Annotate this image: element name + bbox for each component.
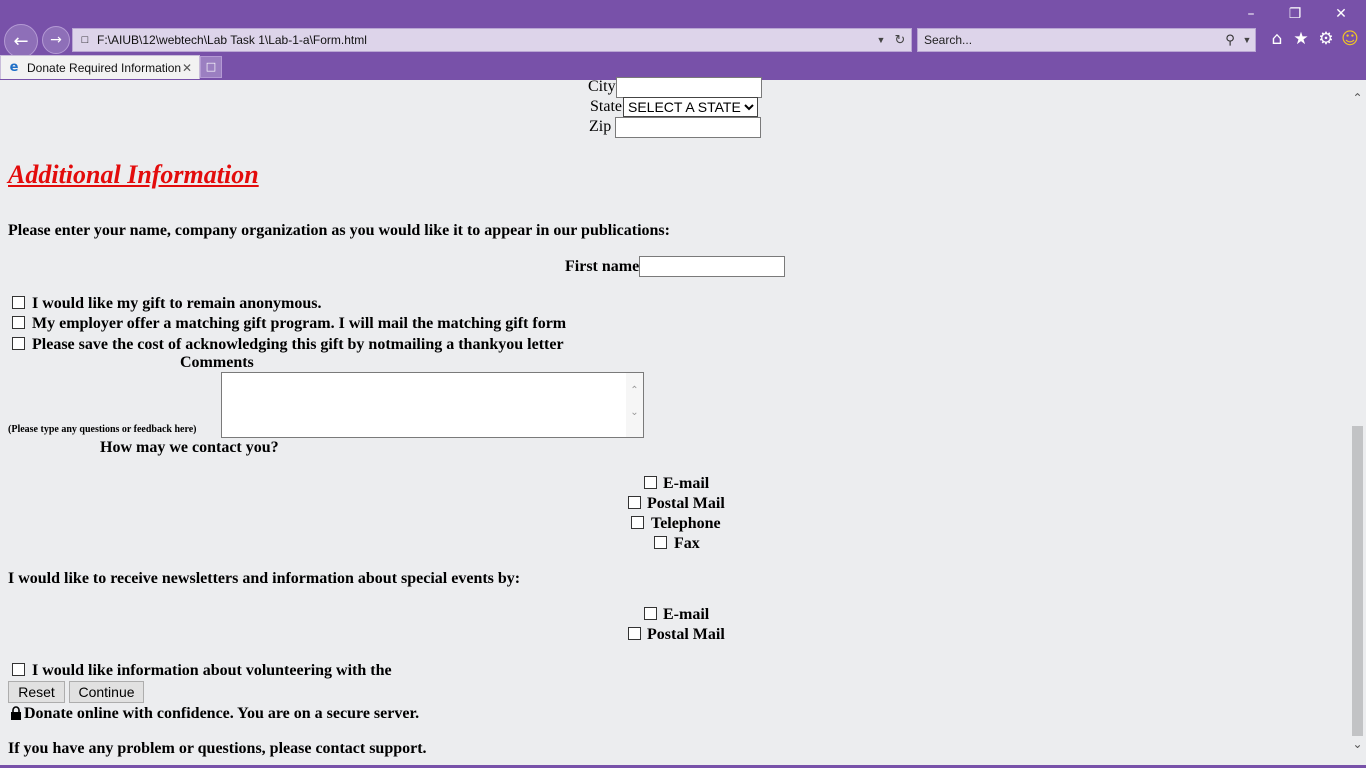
city-input[interactable] (616, 77, 762, 98)
newsletter-postal-checkbox[interactable] (628, 627, 641, 640)
tab-close-icon[interactable]: ✕ (182, 61, 196, 75)
contact-email-label: E-mail (663, 475, 710, 492)
volunteer-label: I would like information about volunteer… (32, 662, 392, 679)
ie-icon: e (9, 60, 19, 75)
star-icon[interactable]: ★ (1290, 28, 1312, 50)
matching-gift-label: My employer offer a matching gift progra… (32, 315, 567, 332)
minimize-button[interactable]: – (1228, 0, 1274, 28)
newsletter-email-checkbox[interactable] (644, 607, 657, 620)
contact-fax-checkbox[interactable] (654, 536, 667, 549)
anonymous-checkbox[interactable] (12, 296, 25, 309)
contact-question: How may we contact you? (100, 439, 279, 456)
search-dropdown-icon[interactable]: ▼ (1239, 35, 1255, 45)
anonymous-label: I would like my gift to remain anonymous… (32, 295, 322, 312)
no-thankyou-checkbox[interactable] (12, 337, 25, 350)
zip-input[interactable] (615, 117, 761, 138)
address-url[interactable]: F:\AIUB\12\webtech\Lab Task 1\Lab-1-a\Fo… (97, 33, 873, 47)
forward-arrow-icon: → (50, 32, 62, 48)
page-title: Additional Information (8, 160, 259, 189)
newsletter-text: I would like to receive newsletters and … (8, 570, 521, 587)
contact-postal-checkbox[interactable] (628, 496, 641, 509)
no-thankyou-label: Please save the cost of acknowledging th… (32, 336, 564, 353)
new-tab-button[interactable]: □ (200, 56, 222, 78)
restore-button[interactable]: ❐ (1272, 0, 1318, 28)
tab-donate[interactable]: e Donate Required Information ✕ (0, 55, 200, 79)
chevron-up-icon[interactable]: ⌃ (626, 385, 643, 396)
address-bar[interactable]: □ F:\AIUB\12\webtech\Lab Task 1\Lab-1-a\… (72, 28, 912, 52)
refresh-icon[interactable]: ↻ (889, 33, 911, 48)
search-icon[interactable]: ⚲ (1221, 33, 1239, 48)
secure-text: Donate online with confidence. You are o… (24, 705, 420, 722)
reset-button[interactable]: Reset (8, 681, 65, 703)
search-bar[interactable]: ⚲ ▼ (917, 28, 1256, 52)
page-icon: □ (81, 34, 89, 46)
search-input[interactable] (918, 32, 1221, 48)
comments-scrollbar[interactable]: ⌃ ⌄ (626, 373, 643, 437)
tab-title: Donate Required Information (27, 60, 182, 75)
contact-postal-label: Postal Mail (647, 495, 725, 512)
first-name-label: First name (565, 258, 640, 275)
page-scrollbar[interactable]: ⌃ ⌄ (1349, 80, 1366, 768)
contact-email-checkbox[interactable] (644, 476, 657, 489)
close-window-button[interactable]: ✕ (1318, 0, 1364, 28)
back-button[interactable]: ← (4, 24, 38, 58)
city-label: City (588, 78, 616, 95)
newsletter-postal-label: Postal Mail (647, 626, 725, 643)
contact-telephone-label: Telephone (651, 515, 721, 532)
support-text: If you have any problem or questions, pl… (8, 740, 427, 757)
comments-label: Comments (180, 354, 254, 371)
comments-hint: (Please type any questions or feedback h… (8, 424, 197, 435)
newsletter-email-label: E-mail (663, 606, 710, 623)
back-arrow-icon: ← (13, 30, 29, 52)
state-select[interactable]: SELECT A STATE (623, 97, 758, 117)
comments-box[interactable]: ⌃ ⌄ (221, 372, 644, 438)
contact-fax-label: Fax (674, 535, 700, 552)
scroll-up-icon[interactable]: ⌃ (1349, 90, 1366, 107)
continue-button[interactable]: Continue (69, 681, 144, 703)
scroll-thumb[interactable] (1352, 426, 1363, 736)
state-label: State (590, 98, 622, 115)
first-name-input[interactable] (639, 256, 785, 277)
zip-label: Zip (589, 118, 612, 135)
instructions-text: Please enter your name, company organiza… (8, 222, 670, 239)
forward-button[interactable]: → (42, 26, 70, 54)
volunteer-checkbox[interactable] (12, 663, 25, 676)
scroll-down-icon[interactable]: ⌄ (1349, 736, 1366, 753)
gear-icon[interactable]: ⚙ (1315, 28, 1337, 50)
matching-gift-checkbox[interactable] (12, 316, 25, 329)
comments-textarea[interactable] (222, 373, 623, 437)
contact-telephone-checkbox[interactable] (631, 516, 644, 529)
address-dropdown-icon[interactable]: ▼ (873, 35, 889, 45)
lock-icon (11, 706, 21, 720)
chevron-down-icon[interactable]: ⌄ (626, 407, 643, 418)
home-icon[interactable]: ⌂ (1266, 28, 1288, 50)
smiley-icon[interactable]: ☺ (1339, 28, 1361, 50)
